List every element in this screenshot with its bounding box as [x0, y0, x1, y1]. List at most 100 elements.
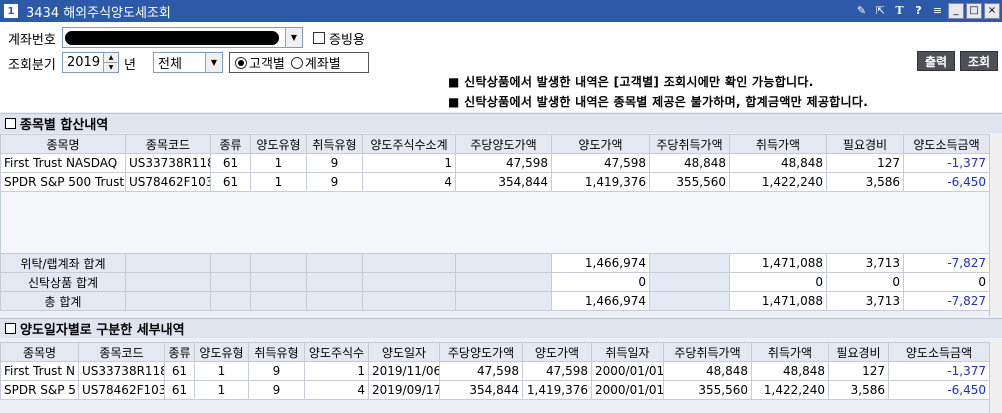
cell-buy-date: 2000/01/01	[591, 380, 664, 400]
notice-line-1: ■ 신탁상품에서 발생한 내역은 [고객별] 조회시에만 확인 가능합니다.	[448, 75, 814, 89]
chevron-down-icon[interactable]: ▼	[285, 28, 302, 47]
cell-name: SPDR S&P 5	[0, 380, 79, 400]
cell-code: US78462F1030	[78, 380, 165, 400]
col-header[interactable]: 종류	[164, 342, 195, 362]
account-combo[interactable]: ▼	[62, 27, 303, 48]
help-icon[interactable]: ?	[910, 2, 927, 19]
detail-scrollbar[interactable]	[989, 342, 1002, 413]
cell-expense: 127	[828, 361, 889, 381]
table-row[interactable]: First Trust NASDAQ US33738R1187 61 1 9 1…	[0, 153, 990, 173]
account-label: 계좌번호	[8, 33, 56, 48]
pin-icon[interactable]: ✎	[853, 2, 870, 19]
radio-account[interactable]	[290, 56, 303, 69]
cell-qty: 1	[304, 361, 369, 381]
query-form: 계좌번호 ▼ 증빙용 조회분기 2019 ▲ ▼ 년 전체 ▼ 고객별 계좌별 …	[0, 22, 1002, 112]
radio-customer[interactable]	[235, 56, 247, 69]
total-sell: 1,466,974	[551, 253, 650, 273]
col-header[interactable]: 주당양도가액	[439, 342, 523, 362]
radio-account-label[interactable]: 계좌별	[305, 53, 341, 72]
cell-sell-type: 1	[250, 153, 307, 173]
cell-qty: 4	[304, 380, 369, 400]
col-header[interactable]: 취득유형	[248, 342, 305, 362]
minimize-button[interactable]: _	[948, 2, 964, 19]
col-header[interactable]: 종목명	[0, 342, 79, 362]
col-header[interactable]: 필요경비	[828, 342, 889, 362]
menu-icon[interactable]: ≡	[929, 2, 946, 19]
col-header[interactable]: 취득유형	[306, 134, 363, 154]
notice-line-2: ■ 신탁상품에서 발생한 내역은 종목별 제공은 불가하며, 합계금액만 제공합…	[448, 95, 869, 109]
cell-code: US78462F1030	[125, 172, 211, 192]
cell-code: US33738R1187	[125, 153, 211, 173]
cell-buy: 1,422,240	[751, 380, 829, 400]
col-header[interactable]: 양도소득금액	[903, 134, 990, 154]
text-icon[interactable]: T	[891, 2, 908, 19]
cell-sell: 1,419,376	[522, 380, 592, 400]
col-header[interactable]: 양도유형	[250, 134, 307, 154]
year-value: 2019	[67, 55, 101, 70]
account-redacted	[65, 31, 279, 45]
year-spin-buttons[interactable]: ▲ ▼	[103, 53, 118, 72]
col-header[interactable]: 종목코드	[78, 342, 165, 362]
chevron-down-icon[interactable]: ▼	[205, 53, 222, 72]
empty-cell	[0, 191, 990, 254]
period-select[interactable]: 전체 ▼	[153, 52, 223, 73]
cell-income: -1,377	[903, 153, 990, 173]
col-header[interactable]: 양도주식수	[304, 342, 369, 362]
summary-title: 종목별 합산내역	[20, 118, 109, 133]
col-header[interactable]: 양도주식수소계	[362, 134, 456, 154]
cell-kind: 61	[164, 380, 195, 400]
col-header[interactable]: 주당취득가액	[649, 134, 730, 154]
col-header[interactable]: 종류	[210, 134, 251, 154]
radio-customer-label[interactable]: 고객별	[249, 53, 285, 72]
cell-name: SPDR S&P 500 Trust	[0, 172, 126, 192]
col-header[interactable]: 양도가액	[522, 342, 592, 362]
evidence-checkbox[interactable]	[313, 32, 325, 44]
detail-table: 종목명 종목코드 종류 양도유형 취득유형 양도주식수 양도일자 주당양도가액 …	[0, 342, 990, 400]
col-header[interactable]: 주당양도가액	[455, 134, 552, 154]
cell-buy-type: 9	[306, 172, 363, 192]
maximize-button[interactable]: □	[966, 2, 982, 19]
cell-sell: 47,598	[522, 361, 592, 381]
cell-name: First Trust NASDAQ	[0, 153, 126, 173]
total-expense: 0	[826, 272, 904, 292]
cell-unit-sell: 47,598	[439, 361, 523, 381]
table-row[interactable]: SPDR S&P 5 US78462F1030 61 1 9 4 2019/09…	[0, 380, 990, 400]
cell-buy: 48,848	[751, 361, 829, 381]
col-header[interactable]: 주당취득가액	[663, 342, 752, 362]
cell-buy-type: 9	[248, 380, 305, 400]
cell-buy-type: 9	[248, 361, 305, 381]
table-row[interactable]: First Trust N US33738R1187 61 1 9 1 2019…	[0, 361, 990, 381]
search-button[interactable]: 조회	[960, 51, 998, 71]
cell-code: US33738R1187	[78, 361, 165, 381]
year-spinbox[interactable]: 2019 ▲ ▼	[62, 52, 119, 73]
period-label: 조회분기	[8, 58, 56, 73]
spin-down-icon[interactable]: ▼	[104, 62, 118, 72]
col-header[interactable]: 양도가액	[551, 134, 650, 154]
cell-unit-buy: 355,560	[663, 380, 752, 400]
col-header[interactable]: 양도유형	[194, 342, 249, 362]
table-row[interactable]: SPDR S&P 500 Trust US78462F1030 61 1 9 4…	[0, 172, 990, 192]
print-button[interactable]: 출력	[917, 51, 955, 71]
col-header[interactable]: 종목코드	[125, 134, 211, 154]
cell-expense: 127	[826, 153, 904, 173]
cell-qty: 1	[362, 153, 456, 173]
total-income: -7,827	[903, 291, 990, 311]
col-header[interactable]: 취득일자	[591, 342, 664, 362]
detail-section-header: 양도일자별로 구분한 세부내역	[0, 318, 1002, 338]
cell-unit-buy: 48,848	[649, 153, 730, 173]
col-header[interactable]: 양도일자	[368, 342, 440, 362]
col-header[interactable]: 취득가액	[729, 134, 827, 154]
col-header[interactable]: 종목명	[0, 134, 126, 154]
col-header[interactable]: 양도소득금액	[888, 342, 990, 362]
close-button[interactable]: ×	[984, 2, 1000, 19]
summary-header-row: 종목명 종목코드 종류 양도유형 취득유형 양도주식수소계 주당양도가액 양도가…	[0, 134, 990, 154]
summary-scrollbar[interactable]	[989, 134, 1002, 317]
spin-up-icon[interactable]: ▲	[104, 53, 118, 62]
title-tools: ✎ ⇱ T ? ≡ _ □ ×	[853, 2, 1000, 19]
col-header[interactable]: 필요경비	[826, 134, 904, 154]
popout-icon[interactable]: ⇱	[872, 2, 889, 19]
total-row: 신탁상품 합계 0 0 0 0	[0, 272, 990, 292]
cell-unit-sell: 354,844	[455, 172, 552, 192]
cell-qty: 4	[362, 172, 456, 192]
col-header[interactable]: 취득가액	[751, 342, 829, 362]
